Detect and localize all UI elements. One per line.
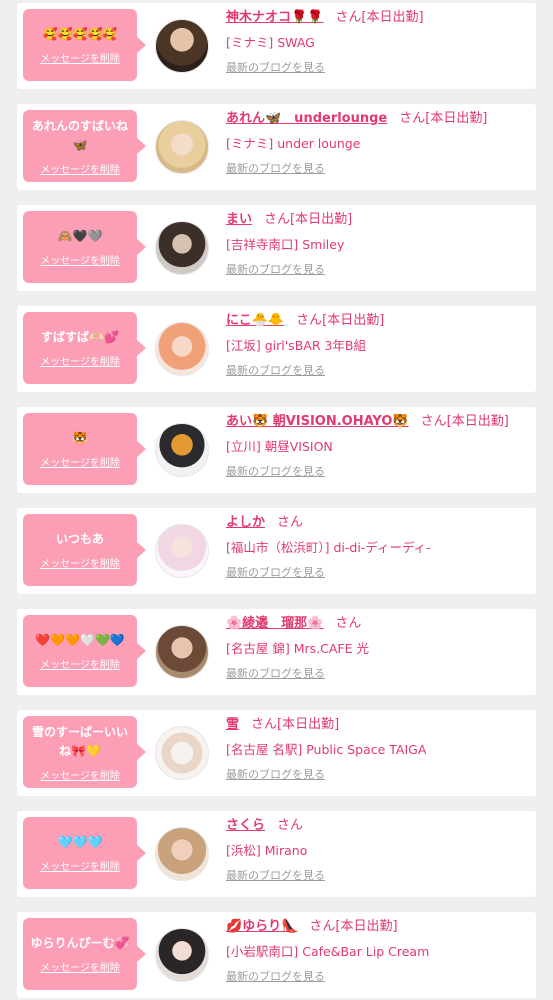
shop-label: [浜松] Mirano <box>226 843 308 858</box>
today-badge: [本日出勤] <box>335 919 398 934</box>
cast-name-link[interactable]: にこ🐣🐥 <box>226 313 284 328</box>
latest-blog-link[interactable]: 最新のブログを見る <box>226 868 325 884</box>
cast-name-link[interactable]: 雪 <box>226 717 239 732</box>
cast-name-link[interactable]: あれん🦋 underlounge <box>226 111 387 126</box>
message-card: すばすば🫶🏻💕 メッセージを削除 にこ🐣🐥 さん[本日出勤] [江坂] girl'… <box>17 306 536 392</box>
message-card: 🙈🖤🩶 メッセージを削除 まい さん[本日出勤] [吉祥寺南口] Smiley 最… <box>17 205 536 291</box>
delete-message-link[interactable]: メッセージを削除 <box>40 858 120 873</box>
latest-blog-link[interactable]: 最新のブログを見る <box>226 363 325 379</box>
avatar[interactable] <box>155 423 209 477</box>
message-card: 雪のすーぱーいいね🎀💛 メッセージを削除 雪さん[本日出勤] [名古屋 名駅] … <box>17 710 536 796</box>
message-text: ゆらりんぴーむ💞 <box>30 936 130 950</box>
latest-blog-link[interactable]: 最新のブログを見る <box>226 565 325 581</box>
shop-label: [名古屋 名駅] Public Space TAIGA <box>226 742 427 757</box>
cast-name-link[interactable]: 💋ゆらり👠 <box>226 919 297 934</box>
delete-message-link[interactable]: メッセージを削除 <box>40 555 120 570</box>
shop-label: [ミナミ] under lounge <box>226 136 361 151</box>
avatar[interactable] <box>155 120 209 174</box>
avatar[interactable] <box>155 524 209 578</box>
today-badge: [本日出勤] <box>361 10 424 25</box>
avatar[interactable] <box>155 322 209 376</box>
message-bubble: 🐯 メッセージを削除 <box>23 413 146 485</box>
san-suffix: さん <box>309 919 336 934</box>
message-card: いつもあ メッセージを削除 よしか さん [福山市（松浜町）] di-di-ディー… <box>17 508 536 594</box>
cast-name-link[interactable]: よしか <box>226 515 265 530</box>
message-card: ❤️🧡🧡🤍💚💙 メッセージを削除 🌸綾邉 瑠那🌸 さん [名古屋 錦] Mrs.C… <box>17 609 536 695</box>
message-text: 雪のすーぱーいいね🎀💛 <box>31 724 128 758</box>
cast-name-link[interactable]: まい <box>226 212 252 227</box>
message-card: 🩵🩵🩵 メッセージを削除 さくら さん [浜松] Mirano 最新のブログを見る <box>17 811 536 897</box>
shop-label: [ミナミ] SWAG <box>226 35 315 50</box>
message-bubble: ❤️🧡🧡🤍💚💙 メッセージを削除 <box>23 615 146 687</box>
shop-label: [江坂] girl'sBAR 3年B組 <box>226 338 367 353</box>
delete-message-link[interactable]: メッセージを削除 <box>40 252 120 267</box>
shop-label: [福山市（松浜町）] di-di-ディーディ- <box>226 540 431 555</box>
delete-message-link[interactable]: メッセージを削除 <box>40 454 120 469</box>
message-card: 🥰🥰🥰🥰🥰 メッセージを削除 神木ナオコ🌹🌹 さん[本日出勤] [ミナミ] SWA… <box>17 3 536 89</box>
cast-name-link[interactable]: さくら <box>226 818 265 833</box>
san-suffix: さん <box>335 616 362 631</box>
latest-blog-link[interactable]: 最新のブログを見る <box>226 767 325 783</box>
message-text: 🙈🖤🩶 <box>57 229 103 243</box>
shop-label: [立川] 朝昼VISION <box>226 439 333 454</box>
delete-message-link[interactable]: メッセージを削除 <box>40 161 120 176</box>
today-badge: [本日出勤] <box>277 717 340 732</box>
message-bubble: すばすば🫶🏻💕 メッセージを削除 <box>23 312 146 384</box>
message-text: 🐯 <box>72 431 88 445</box>
cast-name-link[interactable]: あい🐯 朝VISION.OHAYO🐯 <box>226 414 409 429</box>
cast-name-link[interactable]: 神木ナオコ🌹🌹 <box>226 10 323 25</box>
latest-blog-link[interactable]: 最新のブログを見る <box>226 464 325 480</box>
shop-label: [吉祥寺南口] Smiley <box>226 237 345 252</box>
message-bubble: あれんのすぱいね🦋 メッセージを削除 <box>23 110 146 182</box>
avatar[interactable] <box>155 221 209 275</box>
message-bubble: 🙈🖤🩶 メッセージを削除 <box>23 211 146 283</box>
san-suffix: さん <box>399 111 426 126</box>
delete-message-link[interactable]: メッセージを削除 <box>40 353 120 368</box>
message-text: 🩵🩵🩵 <box>57 835 103 849</box>
message-bubble: 雪のすーぱーいいね🎀💛 メッセージを削除 <box>23 716 146 788</box>
message-text: 🥰🥰🥰🥰🥰 <box>42 27 118 41</box>
latest-blog-link[interactable]: 最新のブログを見る <box>226 969 325 985</box>
avatar[interactable] <box>155 19 209 73</box>
delete-message-link[interactable]: メッセージを削除 <box>40 959 120 974</box>
latest-blog-link[interactable]: 最新のブログを見る <box>226 262 325 278</box>
message-bubble: 🩵🩵🩵 メッセージを削除 <box>23 817 146 889</box>
message-text: すばすば🫶🏻💕 <box>41 330 119 344</box>
delete-message-link[interactable]: メッセージを削除 <box>40 767 120 782</box>
delete-message-link[interactable]: メッセージを削除 <box>40 656 120 671</box>
message-text: いつもあ <box>55 532 104 546</box>
message-bubble: いつもあ メッセージを削除 <box>23 514 146 586</box>
message-card: ゆらりんぴーむ💞 メッセージを削除 💋ゆらり👠 さん[本日出勤] [小岩駅南口] … <box>17 912 536 998</box>
avatar[interactable] <box>155 928 209 982</box>
cast-name-link[interactable]: 🌸綾邉 瑠那🌸 <box>226 616 323 631</box>
san-suffix: さん <box>264 212 291 227</box>
shop-label: [小岩駅南口] Cafe&Bar Lip Cream <box>226 944 430 959</box>
today-badge: [本日出勤] <box>446 414 509 429</box>
message-text: あれんのすぱいね🦋 <box>31 118 128 152</box>
today-badge: [本日出勤] <box>425 111 488 126</box>
message-text: ❤️🧡🧡🤍💚💙 <box>35 633 125 647</box>
san-suffix: さん <box>251 717 278 732</box>
latest-blog-link[interactable]: 最新のブログを見る <box>226 161 325 177</box>
message-card: 🐯 メッセージを削除 あい🐯 朝VISION.OHAYO🐯 さん[本日出勤] [立… <box>17 407 536 493</box>
avatar[interactable] <box>155 625 209 679</box>
san-suffix: さん <box>335 10 362 25</box>
message-bubble: 🥰🥰🥰🥰🥰 メッセージを削除 <box>23 9 146 81</box>
today-badge: [本日出勤] <box>322 313 385 328</box>
message-bubble: ゆらりんぴーむ💞 メッセージを削除 <box>23 918 146 990</box>
latest-blog-link[interactable]: 最新のブログを見る <box>226 60 325 76</box>
message-card: あれんのすぱいね🦋 メッセージを削除 あれん🦋 underlounge さん[本日… <box>17 104 536 190</box>
latest-blog-link[interactable]: 最新のブログを見る <box>226 666 325 682</box>
san-suffix: さん <box>296 313 323 328</box>
shop-label: [名古屋 錦] Mrs.CAFE 光 <box>226 641 369 656</box>
san-suffix: さん <box>277 515 304 530</box>
avatar[interactable] <box>155 827 209 881</box>
delete-message-link[interactable]: メッセージを削除 <box>40 50 120 65</box>
today-badge: [本日出勤] <box>290 212 353 227</box>
avatar[interactable] <box>155 726 209 780</box>
san-suffix: さん <box>277 818 304 833</box>
san-suffix: さん <box>420 414 447 429</box>
